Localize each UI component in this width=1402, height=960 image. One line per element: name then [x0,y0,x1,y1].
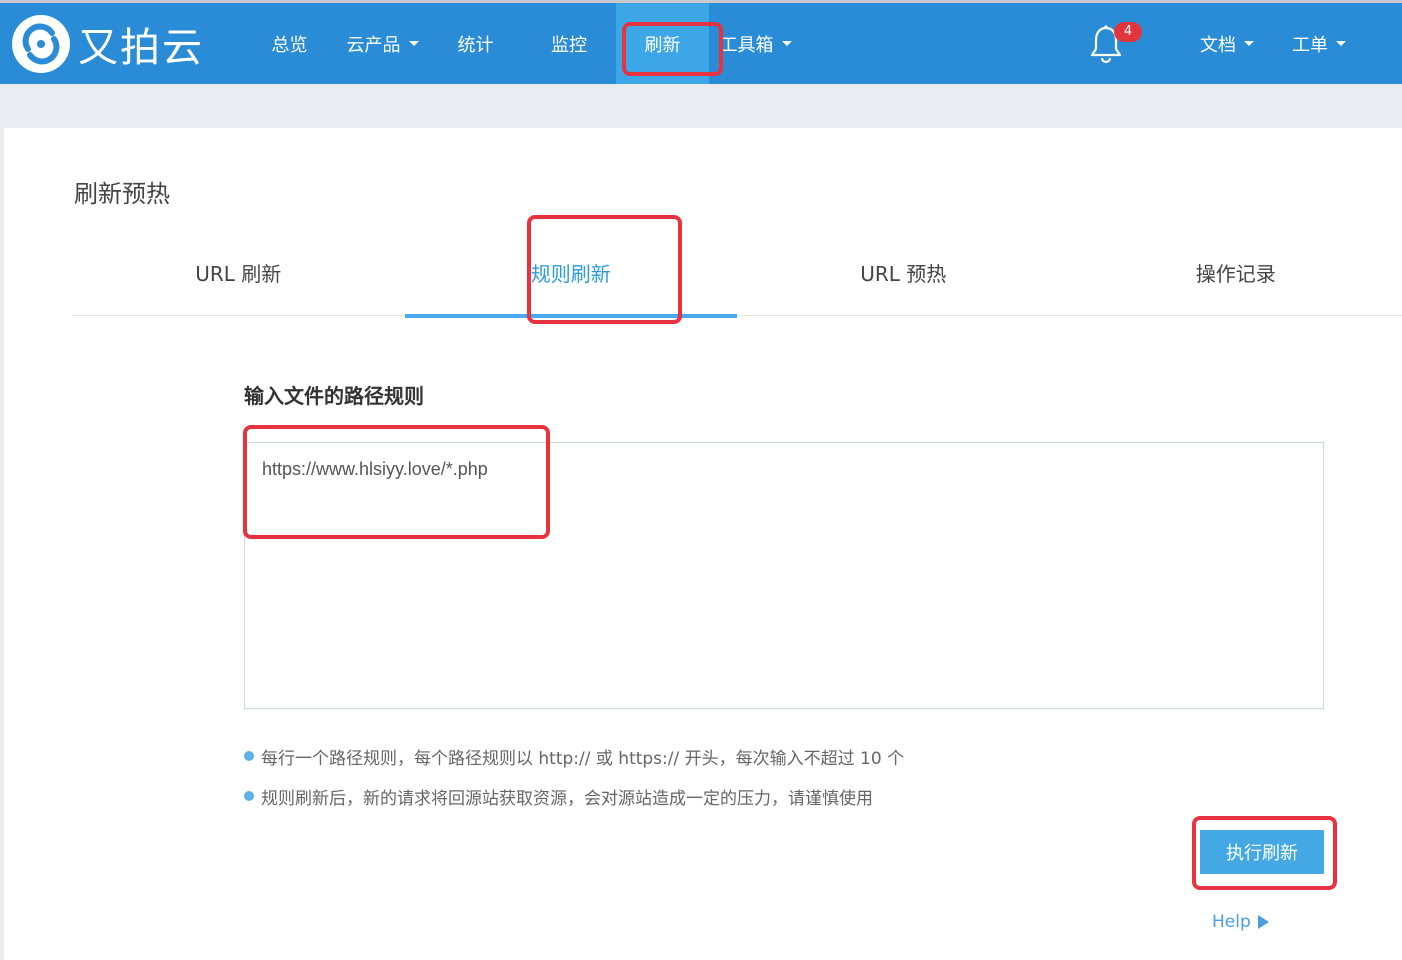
hint-list: 每行一个路径规则，每个路径规则以 http:// 或 https:// 开头，每… [244,736,904,816]
ticket-label: 工单 [1292,34,1328,56]
docs-menu[interactable]: 文档 [1200,31,1254,57]
help-label: Help [1212,912,1251,932]
main-nav: 总览 云产品 统计 监控 刷新 工具箱 [243,3,802,84]
execute-refresh-button[interactable]: 执行刷新 [1200,830,1324,874]
nav-item-label: 刷新 [644,34,681,56]
hint-item: 规则刷新后，新的请求将回源站获取资源，会对源站造成一定的压力，请谨慎使用 [244,776,904,816]
nav-item-label: 总览 [271,34,308,56]
path-rule-textarea[interactable] [244,442,1324,709]
nav-item-monitor[interactable]: 监控 [522,3,616,84]
upyun-logo-icon [12,15,70,73]
path-rule-label: 输入文件的路径规则 [244,384,424,408]
top-navbar: 又拍云 总览 云产品 统计 监控 刷新 工具箱 4 文档 工单 [0,0,1402,84]
help-link[interactable]: Help [1212,912,1269,932]
tab-label: URL 刷新 [195,261,282,286]
docs-label: 文档 [1200,34,1236,56]
nav-item-refresh[interactable]: 刷新 [616,3,709,84]
right-nav: 4 文档 工单 [1088,3,1346,84]
notification-badge: 4 [1114,21,1142,42]
tab-operation-log[interactable]: 操作记录 [1070,228,1402,316]
nav-item-label: 云产品 [346,34,401,56]
bullet-dot-icon [244,751,254,761]
hint-item: 每行一个路径规则，每个路径规则以 http:// 或 https:// 开头，每… [244,736,904,776]
caret-down-icon [781,41,792,46]
tab-label: URL 预热 [860,261,947,286]
nav-item-label: 统计 [457,34,494,56]
nav-item-cloud-products[interactable]: 云产品 [336,3,429,84]
tab-bar: URL 刷新 规则刷新 URL 预热 操作记录 [72,228,1402,318]
nav-item-statistics[interactable]: 统计 [429,3,522,84]
notification-button[interactable]: 4 [1088,21,1142,64]
caret-down-icon [1336,41,1346,46]
nav-item-label: 工具箱 [719,34,774,56]
hint-text: 规则刷新后，新的请求将回源站获取资源，会对源站造成一定的压力，请谨慎使用 [261,788,873,809]
tab-rule-refresh[interactable]: 规则刷新 [404,228,738,318]
tab-url-refresh[interactable]: URL 刷新 [72,228,405,316]
caret-down-icon [408,41,419,46]
caret-down-icon [1244,41,1254,46]
nav-item-overview[interactable]: 总览 [243,3,336,84]
bullet-dot-icon [244,791,254,801]
main-panel: 刷新预热 URL 刷新 规则刷新 URL 预热 操作记录 输入文件的路径规则 每… [4,128,1402,960]
brand-name: 又拍云 [78,25,204,71]
hint-text: 每行一个路径规则，每个路径规则以 http:// 或 https:// 开头，每… [261,748,905,769]
nav-item-label: 监控 [551,34,587,56]
brand-logo[interactable]: 又拍云 [12,14,204,74]
tab-label: 操作记录 [1195,261,1276,286]
tab-url-preheat[interactable]: URL 预热 [737,228,1070,316]
play-arrow-icon [1257,915,1269,929]
tab-label: 规则刷新 [530,261,611,286]
page-title: 刷新预热 [74,180,170,208]
nav-item-toolbox[interactable]: 工具箱 [709,3,802,84]
ticket-menu[interactable]: 工单 [1292,31,1346,57]
